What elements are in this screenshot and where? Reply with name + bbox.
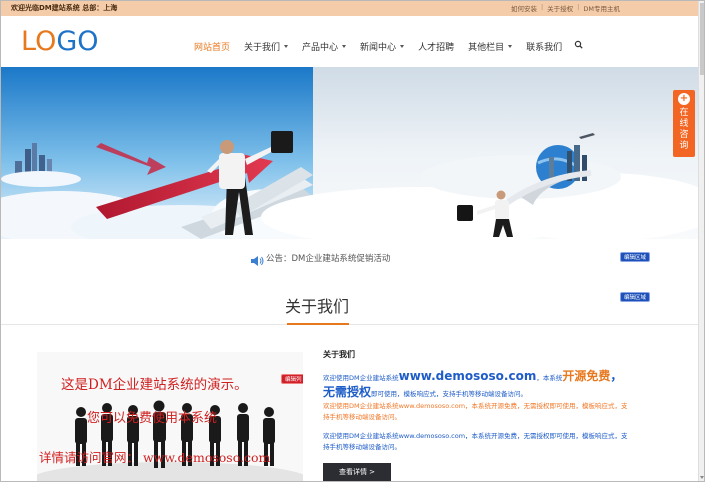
about-text-block: 关于我们 欢迎使用DM企业建站系统www.demososo.com，本系统开源免… (323, 349, 633, 451)
image-caption-1: 这是DM企业建站系统的演示。 (61, 377, 248, 393)
p1-text: ， (610, 369, 623, 383)
consult-label: 在线咨询 (679, 108, 689, 151)
about-image[interactable]: 这是DM企业建站系统的演示。 您可以免费使用本系统 详情请访问官网： www.d… (37, 352, 303, 481)
image-caption-2: 您可以免费使用本系统 (87, 411, 218, 426)
separator: | (577, 3, 580, 11)
nav-item-about[interactable]: 关于我们 (237, 39, 295, 53)
site-logo[interactable]: LOGO (21, 27, 99, 57)
nav-item-products[interactable]: 产品中心 (295, 39, 353, 53)
header: LOGO 网站首页 关于我们 产品中心 新闻中心 人才招聘 其他栏目 联系我们 (1, 16, 700, 67)
notice-bar: 公告：DM企业建站系统促销活动 编辑区域 (1, 239, 700, 277)
banner-illustration (1, 67, 700, 239)
nav-item-home[interactable]: 网站首页 (187, 39, 237, 53)
logo-part-1: LO (21, 26, 57, 57)
top-link-hosting[interactable]: DM专用主机 (583, 3, 620, 13)
top-link-license[interactable]: 关于授权 (547, 3, 573, 13)
notice-text[interactable]: 公告：DM企业建站系统促销活动 (266, 252, 390, 264)
nav-item-contact[interactable]: 联系我们 (519, 39, 569, 53)
section-title: 关于我们 (285, 297, 350, 316)
no-license-needed: 无需授权 (323, 385, 372, 399)
nav-item-jobs[interactable]: 人才招聘 (411, 39, 461, 53)
scrollbar-thumb[interactable] (700, 3, 704, 75)
p1-text: ，本系统 (536, 374, 563, 382)
about-heading: 关于我们 (323, 350, 355, 359)
edit-item-badge[interactable]: 编辑列 (281, 374, 303, 384)
search-icon[interactable] (573, 39, 585, 51)
about-paragraph-1: 欢迎使用DM企业建站系统www.demososo.com，本系统开源免费， 无需授… (323, 369, 633, 401)
logo-part-2: GO (56, 26, 99, 57)
top-link-install[interactable]: 如何安装 (511, 3, 537, 13)
chevron-down-icon (400, 44, 405, 48)
chevron-down-icon (284, 44, 289, 48)
top-links: 如何安装 | 关于授权 | DM专用主机 (511, 3, 620, 13)
scroll-down-arrow-icon[interactable] (700, 476, 704, 479)
nav-item-news[interactable]: 新闻中心 (353, 39, 411, 53)
section-divider (1, 323, 700, 325)
nav-label: 人才招聘 (418, 42, 455, 53)
separator: | (540, 3, 544, 11)
about-paragraph-2: 欢迎使用DM企业建站系统www.demososo.com，本系统开源免费，无需授… (323, 402, 628, 421)
nav-label: 新闻中心 (360, 42, 397, 53)
scrollbar[interactable] (698, 1, 704, 481)
top-bar: 欢迎光临DM建站系统 总部：上海 如何安装 | 关于授权 | DM专用主机 (1, 1, 700, 16)
nav-label: 其他栏目 (468, 42, 505, 53)
nav-label: 产品中心 (302, 42, 339, 53)
image-caption-3: 详情请访问官网： www.demososo.com (39, 450, 271, 465)
page: 欢迎光临DM建站系统 总部：上海 如何安装 | 关于授权 | DM专用主机 LO… (0, 0, 705, 482)
hero-banner[interactable] (1, 67, 700, 239)
edit-area-badge[interactable]: 编辑区域 (620, 292, 651, 302)
nav-item-other[interactable]: 其他栏目 (461, 39, 519, 53)
p1-text: 即可使用，模板响应式，支持手机等移动端设备访问。 (371, 390, 528, 398)
nav-label: 网站首页 (194, 42, 231, 53)
chevron-down-icon (342, 44, 347, 48)
main-nav: 网站首页 关于我们 产品中心 新闻中心 人才招聘 其他栏目 联系我们 (187, 39, 585, 53)
p1-text: 欢迎使用DM企业建站系统 (323, 374, 399, 382)
site-url: www.demososo.com (398, 369, 537, 383)
nav-label: 关于我们 (244, 42, 281, 53)
speaker-icon (250, 252, 264, 266)
welcome-text: 欢迎光临DM建站系统 总部：上海 (11, 4, 118, 12)
plus-icon: + (678, 93, 690, 105)
nav-label: 联系我们 (526, 42, 563, 53)
view-details-button[interactable]: 查看详情 > (323, 463, 391, 481)
open-source-free: 开源免费 (562, 369, 611, 383)
edit-area-badge[interactable]: 编辑区域 (620, 252, 651, 262)
title-underline (287, 323, 349, 325)
online-consult-tab[interactable]: + 在线咨询 (673, 90, 695, 157)
chevron-down-icon (508, 44, 513, 48)
about-paragraph-3: 欢迎使用DM企业建站系统www.demososo.com，本系统开源免费，无需授… (323, 432, 628, 451)
